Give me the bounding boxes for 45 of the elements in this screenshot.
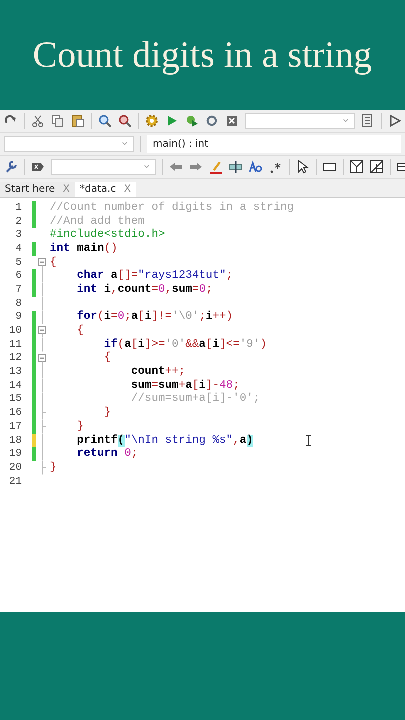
code-line: printf("\nIn string %s",a) xyxy=(76,434,254,447)
code-line: if(a[i]>='0'&&a[i]<='9') xyxy=(103,338,267,351)
line-number: 4 xyxy=(14,242,22,255)
line-number: 7 xyxy=(14,284,22,296)
line-number: 21 xyxy=(8,476,22,488)
line-number: 2 xyxy=(14,216,22,228)
function-dropdown[interactable]: main() : int xyxy=(147,135,401,153)
code-line: //sum=sum+a[i]-'0'; xyxy=(130,393,260,406)
line-number: 16 xyxy=(8,407,22,420)
line-number: 5 xyxy=(14,256,22,269)
line-number: 20 xyxy=(8,462,22,474)
code-line: int main() xyxy=(50,242,118,255)
line-number: 13 xyxy=(8,366,22,378)
line-number: 14 xyxy=(8,380,22,392)
code-line: #include<stdio.h> xyxy=(50,229,166,242)
file-tab[interactable]: *data.c X xyxy=(75,182,136,197)
line-number: 12 xyxy=(8,352,22,364)
code-line: return 0; xyxy=(76,448,138,460)
line-number: 9 xyxy=(14,311,22,324)
line-number: 18 xyxy=(8,434,22,447)
code-line: } xyxy=(76,420,84,433)
code-line: sum=sum+a[i]-48; xyxy=(130,380,240,392)
line-number: 10 xyxy=(8,325,22,338)
file-tab[interactable]: Start here X xyxy=(0,182,76,197)
line-number: 3 xyxy=(14,229,22,242)
code-line: int i,count=0,sum=0; xyxy=(76,284,213,296)
code-line: { xyxy=(103,352,112,364)
code-line: //Count number of digits in a string xyxy=(50,202,294,214)
line-number: 1 xyxy=(14,202,22,214)
line-number: 6 xyxy=(14,270,22,282)
line-number: 11 xyxy=(8,338,22,351)
code-line: count++; xyxy=(130,366,186,378)
code-line: { xyxy=(76,325,84,338)
code-line: char a[]="rays1234tut"; xyxy=(76,270,234,282)
code-line: for(i=0;a[i]!='\0';i++) xyxy=(76,311,234,324)
code-line: } xyxy=(50,462,57,474)
close-icon[interactable]: X xyxy=(124,184,132,195)
line-number: 19 xyxy=(8,448,22,460)
code-line: //And add them xyxy=(50,216,145,228)
line-number: 8 xyxy=(14,298,22,310)
code-line: } xyxy=(103,407,112,420)
code-line: { xyxy=(50,256,57,269)
line-number: 15 xyxy=(8,393,22,406)
line-number: 17 xyxy=(8,420,22,433)
video-title: Count digits in a string xyxy=(32,34,372,76)
